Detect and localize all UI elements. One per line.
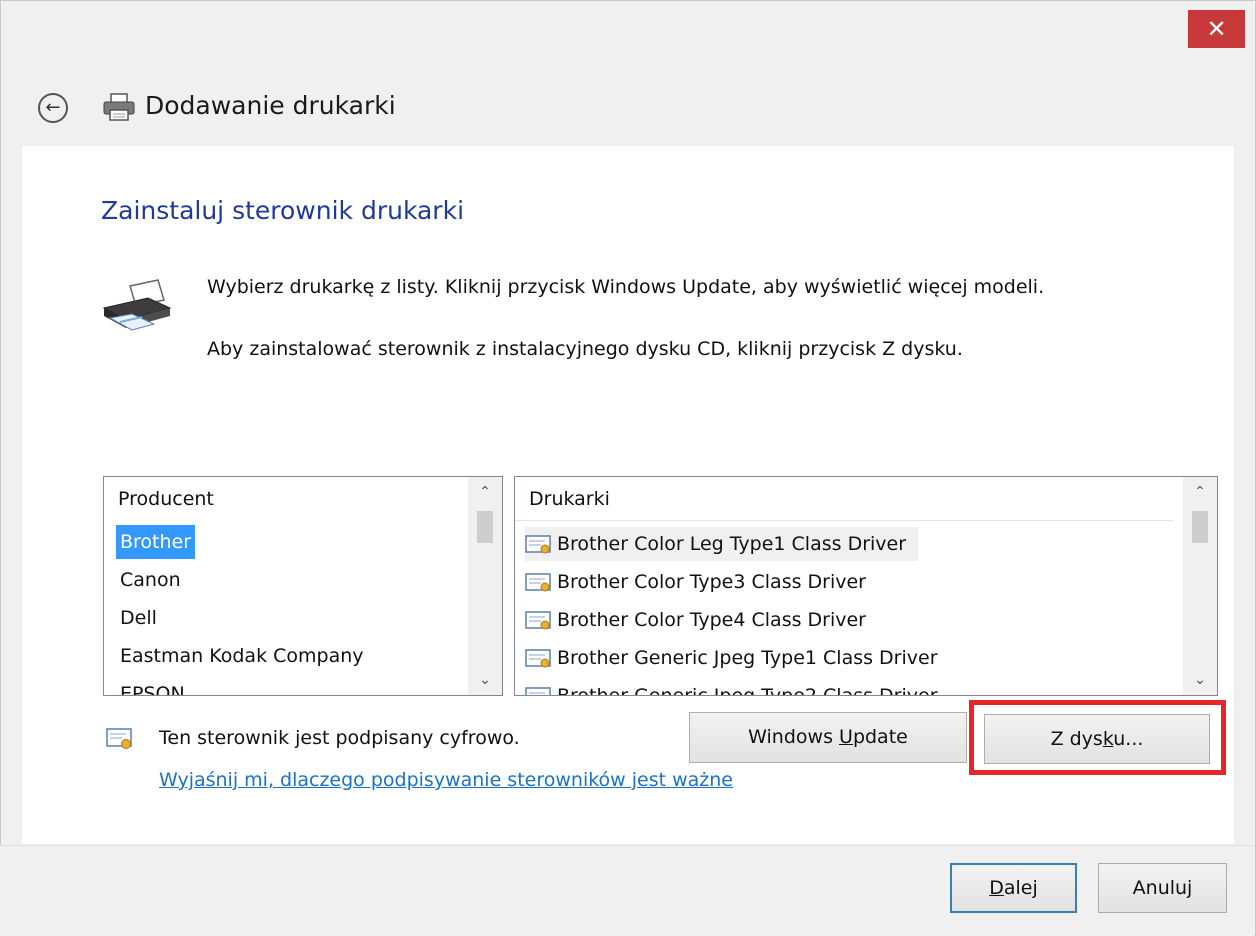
- scroll-down-icon[interactable]: ⌄: [1183, 665, 1217, 695]
- certificate-icon: [106, 728, 132, 749]
- scroll-thumb[interactable]: [477, 511, 493, 543]
- back-arrow-icon: ←: [45, 97, 61, 118]
- instruction-text-1: Wybierz drukarkę z listy. Kliknij przyci…: [207, 276, 1045, 298]
- scroll-up-icon[interactable]: ⌃: [468, 477, 502, 507]
- button-label: alej: [1003, 877, 1038, 899]
- printer-item[interactable]: Brother Generic Jpeg Type2 Class Driver: [525, 679, 938, 696]
- next-button[interactable]: Dalej: [950, 863, 1077, 913]
- page-heading: Zainstaluj sterownik drukarki: [101, 196, 465, 225]
- access-key: U: [839, 726, 853, 748]
- scroll-down-icon[interactable]: ⌄: [468, 665, 502, 695]
- manufacturer-item-eastman-kodak[interactable]: Eastman Kodak Company: [120, 639, 364, 673]
- manufacturer-item-epson[interactable]: EPSON: [120, 677, 185, 695]
- cancel-button[interactable]: Anuluj: [1098, 863, 1227, 913]
- title-bar: [1, 1, 1255, 147]
- close-icon: ✕: [1206, 15, 1227, 43]
- button-label: Windows: [748, 726, 840, 748]
- printer-icon: [103, 93, 135, 121]
- back-button[interactable]: ←: [38, 93, 68, 123]
- scroll-up-icon[interactable]: ⌃: [1183, 477, 1217, 507]
- window-title: Dodawanie drukarki: [145, 91, 396, 120]
- driver-signing-link[interactable]: Wyjaśnij mi, dlaczego podpisywanie stero…: [159, 769, 733, 791]
- printer-item[interactable]: Brother Color Type4 Class Driver: [525, 603, 866, 637]
- highlight-box: [969, 700, 1226, 775]
- close-button[interactable]: ✕: [1188, 10, 1245, 48]
- button-label: pdate: [852, 726, 908, 748]
- printer-item-label: Brother Generic Jpeg Type1 Class Driver: [557, 647, 938, 669]
- signature-status-text: Ten sterownik jest podpisany cyfrowo.: [159, 727, 520, 749]
- certificate-icon: [525, 572, 551, 591]
- printer-item-label: Brother Color Leg Type1 Class Driver: [557, 533, 907, 555]
- manufacturer-item-canon[interactable]: Canon: [120, 563, 181, 597]
- printer-item-label: Brother Generic Jpeg Type2 Class Driver: [557, 685, 938, 696]
- certificate-icon: [525, 686, 551, 695]
- manufacturer-item-dell[interactable]: Dell: [120, 601, 157, 635]
- manufacturer-item-brother[interactable]: Brother: [116, 525, 196, 559]
- manufacturer-list-header: Producent: [118, 488, 214, 510]
- printer-scrollbar[interactable]: ⌃ ⌄: [1183, 477, 1217, 695]
- certificate-icon: [525, 610, 551, 629]
- manufacturer-scrollbar[interactable]: ⌃ ⌄: [468, 477, 502, 695]
- printer-item-label: Brother Color Type4 Class Driver: [557, 609, 866, 631]
- instruction-text-2: Aby zainstalować sterownik z instalacyjn…: [207, 338, 963, 360]
- printer-icon: [102, 279, 172, 331]
- scroll-thumb[interactable]: [1192, 511, 1208, 543]
- access-key: D: [989, 877, 1004, 899]
- windows-update-button[interactable]: Windows Update: [689, 712, 967, 763]
- certificate-icon: [525, 648, 551, 667]
- certificate-icon: [525, 534, 551, 553]
- printer-item[interactable]: Brother Color Leg Type1 Class Driver: [525, 527, 919, 561]
- printer-model-list[interactable]: Drukarki Brother Color Leg Type1 Class D…: [514, 476, 1218, 696]
- printer-item-label: Brother Color Type3 Class Driver: [557, 571, 866, 593]
- printer-item[interactable]: Brother Generic Jpeg Type1 Class Driver: [525, 641, 938, 675]
- manufacturer-list[interactable]: Producent Brother Canon Dell Eastman Kod…: [103, 476, 503, 696]
- printer-list-header: Drukarki: [515, 477, 1173, 521]
- printer-item[interactable]: Brother Color Type3 Class Driver: [525, 565, 866, 599]
